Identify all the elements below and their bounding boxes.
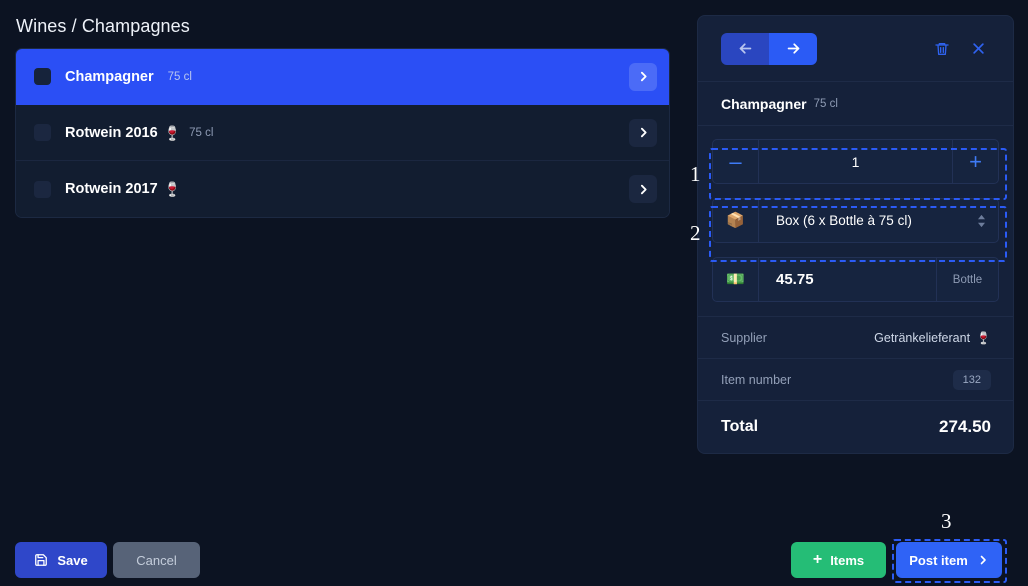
list-item[interactable]: Rotwein 2017 🍷	[16, 161, 669, 217]
arrow-left-icon[interactable]	[721, 32, 769, 65]
bottom-action-bar: Save Cancel + Items Post item	[0, 530, 1028, 586]
price-field[interactable]: 💵 45.75 Bottle	[712, 257, 999, 302]
list-item[interactable]: Rotwein 2016 🍷 75 cl	[16, 105, 669, 161]
chevron-right-icon	[977, 554, 989, 566]
supplier-row: Supplier Getränkelieferant 🍷	[698, 316, 1013, 358]
select-caret-icon[interactable]	[964, 199, 998, 242]
add-items-button[interactable]: + Items	[791, 542, 886, 578]
detail-item-header: Champagner 75 cl	[698, 82, 1013, 126]
post-item-button[interactable]: Post item	[896, 542, 1002, 578]
save-button[interactable]: Save	[15, 542, 107, 578]
annotation-marker-1: 1	[690, 162, 701, 186]
detail-fields: – 1 + 📦 Box (6 x Bottle à 75 cl) 💵 45.75…	[698, 126, 1013, 316]
wine-glass-icon: 🍷	[163, 181, 182, 197]
trash-icon[interactable]	[929, 36, 955, 62]
chevron-right-icon[interactable]	[629, 175, 657, 203]
wine-glass-icon: 🍷	[163, 124, 182, 141]
item-number-label: Item number	[721, 372, 792, 387]
item-number-badge: 132	[952, 369, 991, 390]
list-item-volume: 75 cl	[189, 126, 214, 139]
list-item-label: Rotwein 2017	[65, 181, 158, 197]
supplier-label: Supplier	[721, 330, 767, 345]
wine-glass-icon: 🍷	[976, 330, 991, 345]
list-item[interactable]: Champagner 75 cl	[16, 49, 669, 105]
item-list: Champagner 75 cl Rotwein 2016 🍷 75 cl Ro…	[15, 48, 670, 218]
arrow-right-icon[interactable]	[769, 32, 817, 65]
page-title: Wines / Champagnes	[16, 16, 190, 36]
packaging-select[interactable]: 📦 Box (6 x Bottle à 75 cl)	[712, 198, 999, 243]
package-icon: 📦	[713, 199, 759, 242]
list-item-label: Rotwein 2016	[65, 124, 158, 141]
row-checkbox[interactable]	[34, 180, 51, 198]
plus-icon: +	[812, 551, 823, 568]
chevron-right-icon[interactable]	[629, 118, 657, 147]
total-value: 274.50	[939, 417, 991, 436]
item-list-panel: Wines / Champagnes Champagner 75 cl Rotw…	[0, 0, 684, 586]
close-icon[interactable]	[965, 36, 991, 62]
save-icon	[34, 553, 48, 567]
quantity-stepper[interactable]: – 1 +	[712, 139, 999, 184]
detail-item-volume: 75 cl	[813, 97, 838, 110]
price-unit-label: Bottle	[936, 258, 998, 301]
supplier-value-group: Getränkelieferant 🍷	[874, 329, 991, 347]
list-item-label: Champagner	[65, 68, 154, 85]
packaging-value[interactable]: Box (6 x Bottle à 75 cl)	[759, 199, 964, 242]
money-icon: 💵	[713, 258, 759, 301]
post-item-button-label: Post item	[909, 552, 968, 568]
quantity-value[interactable]: 1	[759, 140, 952, 183]
save-button-label: Save	[57, 552, 88, 568]
annotation-marker-2: 2	[690, 221, 701, 245]
add-items-button-label: Items	[830, 552, 865, 568]
cancel-button[interactable]: Cancel	[113, 542, 200, 578]
chevron-right-icon[interactable]	[629, 62, 657, 91]
list-item-volume: 75 cl	[167, 70, 192, 83]
item-number-row: Item number 132	[698, 358, 1013, 400]
quantity-increment-button[interactable]: +	[952, 140, 998, 183]
detail-panel: Champagner 75 cl – 1 + 📦 Box (6 x Bottle…	[697, 15, 1014, 454]
detail-toolbar	[698, 16, 1013, 82]
cancel-button-label: Cancel	[136, 552, 177, 568]
supplier-value: Getränkelieferant	[874, 330, 971, 345]
navigation-group	[721, 32, 817, 65]
total-row: Total 274.50	[698, 400, 1013, 453]
detail-item-name: Champagner	[721, 95, 807, 112]
quantity-decrement-button[interactable]: –	[713, 140, 759, 183]
row-checkbox[interactable]	[34, 68, 51, 85]
row-checkbox[interactable]	[34, 124, 51, 141]
total-label: Total	[721, 418, 759, 435]
price-value[interactable]: 45.75	[759, 258, 936, 301]
